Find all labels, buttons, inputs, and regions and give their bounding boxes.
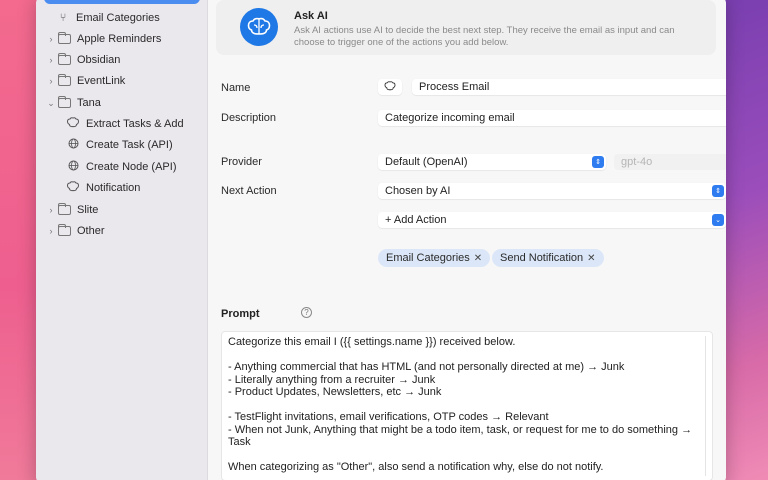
detail-pane: Ask AI Ask AI actions use AI to decide t… (208, 0, 726, 480)
prompt-line: - Literally anything from a recruiter → … (228, 373, 436, 386)
folder-icon (58, 74, 71, 86)
globe-icon (66, 160, 80, 174)
prompt-line (228, 449, 706, 462)
sidebar: ⑂ Email Categories › Apple Reminders › O… (36, 0, 208, 480)
chevron-right-icon[interactable]: › (46, 34, 56, 44)
sidebar-item-label: Obsidian (77, 54, 121, 66)
split-icon: ⑂ (59, 12, 67, 24)
chevron-down-icon[interactable]: ⌄ (46, 98, 56, 109)
add-action-select[interactable]: + Add Action ⌄ (378, 212, 726, 228)
sidebar-item-label: Create Task (API) (86, 139, 173, 151)
header-description: Ask AI actions use AI to decide the best… (294, 25, 675, 48)
sidebar-item-label: Extract Tasks & Add (86, 118, 184, 130)
prompt-line: - When not Junk, Anything that might be … (228, 423, 693, 436)
chevron-right-icon[interactable]: › (46, 76, 56, 86)
sidebar-item-label: Notification (86, 182, 141, 194)
brain-icon (66, 181, 80, 195)
description-field[interactable]: Categorize incoming email (378, 110, 726, 126)
prompt-line: - Anything commercial that has HTML (and… (228, 361, 625, 373)
sidebar-item-obsidian[interactable]: › Obsidian (46, 51, 120, 69)
chip-label: Email Categories (386, 252, 470, 264)
prompt-line: - Product Updates, Newsletters, etc → Ju… (228, 386, 442, 398)
prompt-line (228, 399, 706, 412)
prompt-scrollbar[interactable] (705, 336, 706, 476)
brain-icon (384, 80, 396, 94)
app-window: ⑂ Email Categories › Apple Reminders › O… (36, 0, 726, 480)
icon-picker-button[interactable] (378, 79, 402, 95)
provider-label: Provider (221, 156, 262, 168)
provider-select[interactable]: Default (OpenAI) ⇕ (378, 154, 606, 170)
provider-value: Default (OpenAI) (385, 156, 468, 168)
description-label: Description (221, 112, 277, 124)
folder-icon (58, 53, 71, 65)
chevron-right-icon[interactable]: › (46, 226, 56, 236)
prompt-title: Prompt (221, 308, 260, 320)
action-header-card: Ask AI Ask AI actions use AI to decide t… (216, 0, 716, 55)
sidebar-item-slite[interactable]: › Slite (46, 201, 98, 219)
up-down-chevron-icon: ⇕ (712, 185, 724, 197)
folder-icon (58, 224, 71, 236)
sidebar-item-other[interactable]: › Other (46, 222, 105, 240)
prompt-line: Categorize this email I ({{ settings.nam… (228, 336, 516, 348)
chip-label: Send Notification (500, 252, 584, 264)
sidebar-item-label: Create Node (API) (86, 161, 177, 173)
close-icon[interactable]: ✕ (587, 253, 595, 264)
sidebar-item-email-categories[interactable]: ⑂ Email Categories (56, 9, 160, 27)
sidebar-item-label: Apple Reminders (77, 33, 162, 45)
sidebar-item-create-node[interactable]: Create Node (API) (66, 158, 176, 176)
chevron-down-icon: ⌄ (712, 214, 724, 226)
model-field[interactable]: gpt-4o (614, 154, 726, 170)
add-action-label: + Add Action (385, 214, 447, 226)
sidebar-item-eventlink[interactable]: › EventLink (46, 72, 125, 90)
sidebar-item-label: Tana (77, 97, 101, 109)
up-down-chevron-icon: ⇕ (592, 156, 604, 168)
next-action-label: Next Action (221, 185, 277, 197)
prompt-line: - TestFlight invitations, email verifica… (228, 411, 549, 423)
folder-icon (58, 96, 71, 108)
sidebar-item-notification[interactable]: Notification (66, 179, 140, 197)
sidebar-item-extract-tasks[interactable]: Extract Tasks & Add (66, 115, 184, 133)
sidebar-item-label: EventLink (77, 75, 126, 87)
desktop-wallpaper-right (724, 0, 768, 480)
globe-icon (66, 138, 80, 152)
help-icon[interactable]: ? (301, 307, 312, 318)
name-field[interactable]: Process Email (412, 79, 726, 95)
prompt-editor[interactable]: Categorize this email I ({{ settings.nam… (221, 331, 713, 480)
sidebar-item-label: Email Categories (76, 12, 160, 24)
sidebar-item-label: Slite (77, 204, 99, 216)
prompt-line: When categorizing as "Other", also send … (228, 461, 604, 473)
header-title: Ask AI (294, 10, 328, 22)
chevron-right-icon[interactable]: › (46, 55, 56, 65)
close-icon[interactable]: ✕ (474, 253, 482, 264)
folder-icon (58, 203, 71, 215)
next-action-select[interactable]: Chosen by AI ⇕ (378, 183, 726, 199)
sidebar-item-create-task[interactable]: Create Task (API) (66, 136, 173, 154)
brain-icon (66, 117, 80, 131)
sidebar-selected-item[interactable] (44, 0, 200, 4)
brain-icon (240, 8, 278, 46)
desktop-wallpaper-left (0, 0, 40, 480)
chevron-right-icon[interactable]: › (46, 205, 56, 215)
sidebar-item-label: Other (77, 225, 105, 237)
name-label: Name (221, 82, 251, 94)
action-chip-email-categories[interactable]: Email Categories ✕ (378, 249, 491, 267)
sidebar-item-apple-reminders[interactable]: › Apple Reminders (46, 30, 161, 48)
action-chip-send-notification[interactable]: Send Notification ✕ (492, 249, 604, 267)
sidebar-item-tana[interactable]: ⌄ Tana (46, 94, 101, 112)
next-action-value: Chosen by AI (385, 185, 451, 197)
prompt-line (228, 349, 706, 362)
folder-icon (58, 32, 71, 44)
prompt-line: Task (228, 436, 251, 448)
